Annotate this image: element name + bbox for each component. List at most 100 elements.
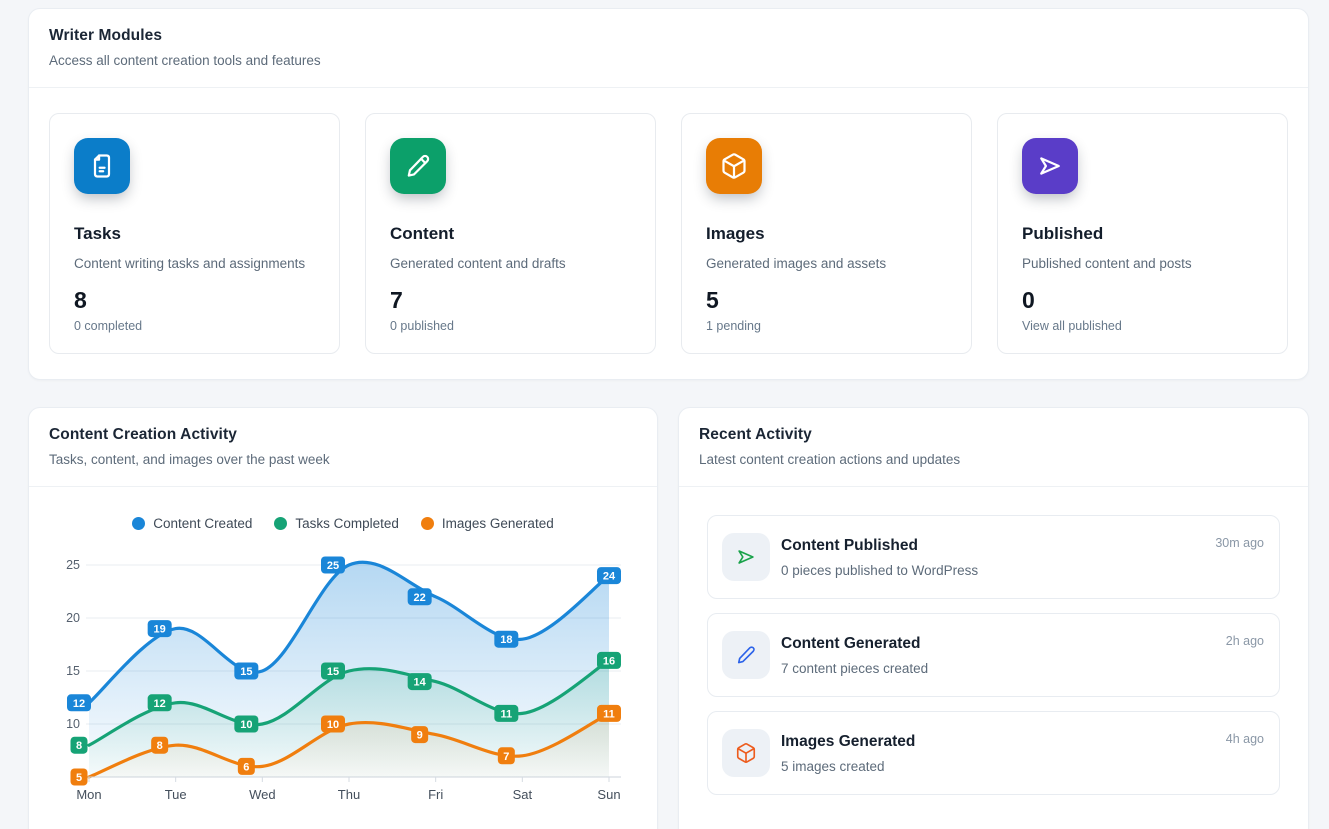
svg-text:Mon: Mon xyxy=(76,787,101,802)
module-cards-row: Tasks Content writing tasks and assignme… xyxy=(29,88,1308,379)
svg-text:18: 18 xyxy=(500,634,512,646)
svg-text:5: 5 xyxy=(76,772,82,784)
activity-text: Content Published 0 pieces published to … xyxy=(781,537,1215,578)
legend-label: Images Generated xyxy=(442,516,554,531)
card-title: Images xyxy=(706,224,947,244)
send-icon xyxy=(1022,138,1078,194)
svg-text:11: 11 xyxy=(501,708,513,720)
recent-activity-panel: Recent Activity Latest content creation … xyxy=(678,407,1309,829)
card-description: Generated content and drafts xyxy=(390,256,631,271)
activity-item-content-published[interactable]: Content Published 0 pieces published to … xyxy=(707,515,1280,599)
svg-text:Wed: Wed xyxy=(249,787,275,802)
chart-area: Content Created Tasks Completed Images Gen… xyxy=(29,513,657,811)
legend-dot xyxy=(132,517,145,530)
legend-dot xyxy=(274,517,287,530)
svg-text:15: 15 xyxy=(66,664,80,678)
writer-modules-title: Writer Modules xyxy=(49,27,1288,45)
chart-panel-subtitle: Tasks, content, and images over the past… xyxy=(49,452,637,467)
activity-title: Content Published xyxy=(781,537,1215,555)
card-title: Tasks xyxy=(74,224,315,244)
svg-text:8: 8 xyxy=(157,740,163,752)
recent-panel-header: Recent Activity Latest content creation … xyxy=(679,408,1308,487)
bottom-row: Content Creation Activity Tasks, content… xyxy=(28,407,1309,829)
content-creation-activity-panel: Content Creation Activity Tasks, content… xyxy=(28,407,658,829)
svg-text:12: 12 xyxy=(154,698,166,710)
svg-text:25: 25 xyxy=(327,560,339,572)
card-footnote: 0 published xyxy=(390,319,631,333)
module-card-content[interactable]: Content Generated content and drafts 7 0… xyxy=(365,113,656,354)
writer-modules-header: Writer Modules Access all content creati… xyxy=(29,9,1308,88)
activity-item-images-generated[interactable]: Images Generated 5 images created 4h ago xyxy=(707,711,1280,795)
chart-panel-header: Content Creation Activity Tasks, content… xyxy=(29,408,657,487)
card-footnote: 1 pending xyxy=(706,319,947,333)
svg-text:Fri: Fri xyxy=(428,787,443,802)
svg-text:7: 7 xyxy=(503,751,509,763)
legend-item[interactable]: Tasks Completed xyxy=(274,516,399,531)
card-description: Published content and posts xyxy=(1022,256,1263,271)
svg-text:10: 10 xyxy=(240,719,252,731)
card-count: 5 xyxy=(706,287,947,314)
legend-item[interactable]: Images Generated xyxy=(421,516,554,531)
module-card-images[interactable]: Images Generated images and assets 5 1 p… xyxy=(681,113,972,354)
svg-text:12: 12 xyxy=(73,698,85,710)
cube-icon xyxy=(706,138,762,194)
legend-label: Tasks Completed xyxy=(295,516,399,531)
svg-text:22: 22 xyxy=(414,592,426,604)
legend-item[interactable]: Content Created xyxy=(132,516,252,531)
card-count: 0 xyxy=(1022,287,1263,314)
card-footnote: View all published xyxy=(1022,319,1263,333)
chart-panel-title: Content Creation Activity xyxy=(49,426,637,444)
svg-text:8: 8 xyxy=(76,740,82,752)
svg-text:15: 15 xyxy=(327,666,339,678)
recent-panel-subtitle: Latest content creation actions and upda… xyxy=(699,452,1288,467)
chart-legend: Content Created Tasks Completed Images Gen… xyxy=(39,513,647,533)
pencil-icon xyxy=(390,138,446,194)
document-icon xyxy=(74,138,130,194)
activity-timestamp: 30m ago xyxy=(1215,536,1264,550)
activity-subtitle: 5 images created xyxy=(781,759,1226,774)
card-count: 8 xyxy=(74,287,315,314)
card-footnote: 0 completed xyxy=(74,319,315,333)
svg-text:24: 24 xyxy=(603,571,616,583)
svg-text:Sat: Sat xyxy=(513,787,533,802)
card-description: Generated images and assets xyxy=(706,256,947,271)
send-icon xyxy=(722,533,770,581)
card-title: Published xyxy=(1022,224,1263,244)
svg-text:9: 9 xyxy=(417,730,423,742)
activity-item-content-generated[interactable]: Content Generated 7 content pieces creat… xyxy=(707,613,1280,697)
svg-text:Tue: Tue xyxy=(165,787,187,802)
svg-text:14: 14 xyxy=(414,677,427,689)
legend-label: Content Created xyxy=(153,516,252,531)
cube-icon xyxy=(722,729,770,777)
card-description: Content writing tasks and assignments xyxy=(74,256,315,271)
svg-text:Thu: Thu xyxy=(338,787,360,802)
activity-list: Content Published 0 pieces published to … xyxy=(679,487,1308,823)
svg-text:11: 11 xyxy=(603,708,615,720)
activity-text: Images Generated 5 images created xyxy=(781,733,1226,774)
svg-text:16: 16 xyxy=(603,655,615,667)
legend-dot xyxy=(421,517,434,530)
svg-text:15: 15 xyxy=(240,666,252,678)
recent-panel-title: Recent Activity xyxy=(699,426,1288,444)
svg-text:6: 6 xyxy=(243,761,249,773)
card-title: Content xyxy=(390,224,631,244)
module-card-published[interactable]: Published Published content and posts 0 … xyxy=(997,113,1288,354)
activity-subtitle: 7 content pieces created xyxy=(781,661,1226,676)
activity-line-chart: 5 10 15 20 25 Mon Tue Wed Thu Fri Sat Sun 12 19 15 25 22… xyxy=(39,541,649,811)
activity-text: Content Generated 7 content pieces creat… xyxy=(781,635,1226,676)
module-card-tasks[interactable]: Tasks Content writing tasks and assignme… xyxy=(49,113,340,354)
card-count: 7 xyxy=(390,287,631,314)
activity-timestamp: 4h ago xyxy=(1226,732,1264,746)
svg-text:19: 19 xyxy=(154,624,166,636)
svg-text:20: 20 xyxy=(66,611,80,625)
svg-text:10: 10 xyxy=(66,717,80,731)
writer-modules-panel: Writer Modules Access all content creati… xyxy=(28,8,1309,380)
pencil-icon xyxy=(722,631,770,679)
activity-subtitle: 0 pieces published to WordPress xyxy=(781,563,1215,578)
svg-text:Sun: Sun xyxy=(597,787,620,802)
writer-modules-subtitle: Access all content creation tools and fe… xyxy=(49,53,1288,68)
activity-title: Content Generated xyxy=(781,635,1226,653)
activity-timestamp: 2h ago xyxy=(1226,634,1264,648)
svg-text:25: 25 xyxy=(66,558,80,572)
activity-title: Images Generated xyxy=(781,733,1226,751)
